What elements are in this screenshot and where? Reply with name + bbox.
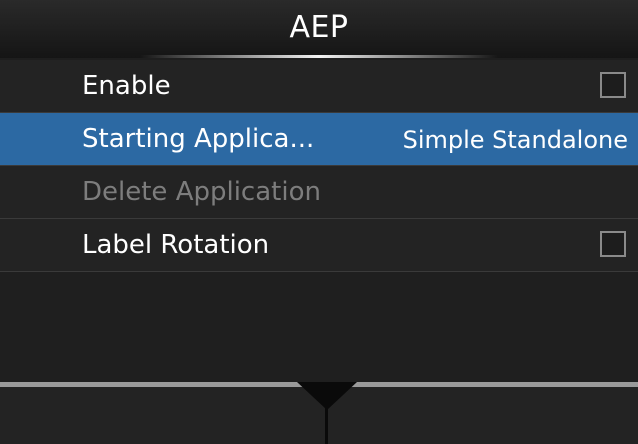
settings-menu: Enable Starting Applica... Simple Standa… [0, 60, 638, 272]
menu-item-value: Simple Standalone [402, 126, 628, 154]
page-title: AEP [289, 10, 349, 45]
menu-item-label: Delete Application [82, 177, 321, 207]
menu-item-enable[interactable]: Enable [0, 60, 638, 113]
menu-item-delete-application: Delete Application [0, 166, 638, 219]
menu-item-label: Label Rotation [82, 230, 270, 260]
title-bar: AEP [0, 0, 638, 58]
label-rotation-checkbox[interactable] [600, 231, 626, 257]
menu-item-starting-application[interactable]: Starting Applica... Simple Standalone [0, 113, 638, 166]
bottom-divider [325, 405, 328, 444]
menu-item-label-rotation[interactable]: Label Rotation [0, 219, 638, 272]
menu-item-label: Enable [82, 71, 171, 101]
enable-checkbox[interactable] [600, 72, 626, 98]
title-underline [140, 55, 498, 58]
menu-item-label: Starting Applica... [82, 124, 315, 154]
aep-settings-screen: AEP Enable Starting Applica... Simple St… [0, 0, 638, 444]
empty-list-area [0, 272, 638, 382]
